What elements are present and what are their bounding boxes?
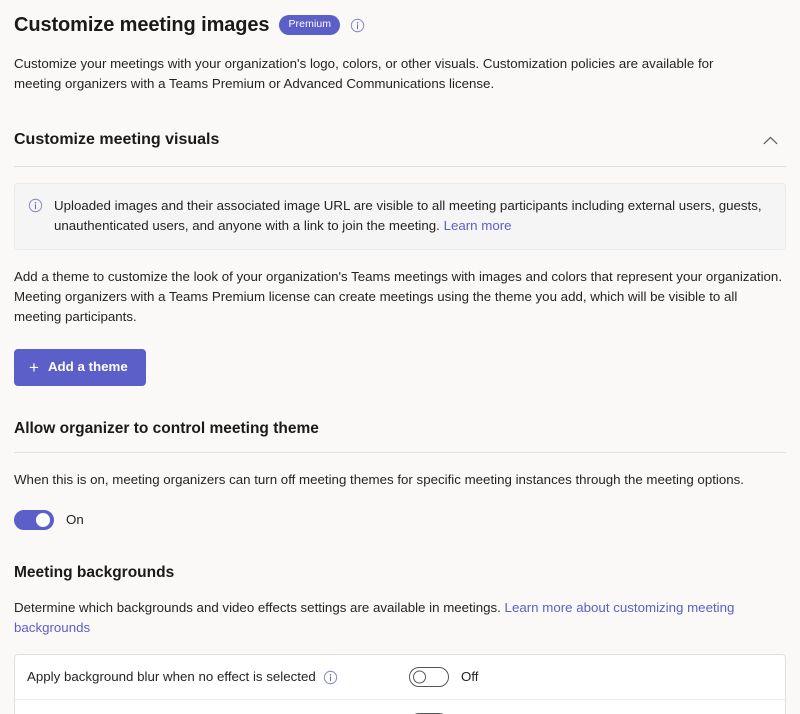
backgrounds-section-description: Determine which backgrounds and video ef… bbox=[14, 598, 742, 638]
backgrounds-settings-card: Apply background blur when no effect is … bbox=[14, 654, 786, 714]
setting-control-group: Off bbox=[409, 667, 479, 687]
toggle-knob bbox=[36, 513, 50, 527]
info-message-bar: Uploaded images and their associated ima… bbox=[14, 183, 786, 250]
background-blur-toggle[interactable] bbox=[409, 667, 449, 687]
visuals-section-header: Customize meeting visuals bbox=[14, 126, 786, 154]
section-divider bbox=[14, 166, 786, 167]
organizer-theme-toggle-label: On bbox=[66, 511, 84, 529]
page-description: Customize your meetings with your organi… bbox=[14, 54, 720, 94]
section-divider bbox=[14, 452, 786, 453]
chevron-up-icon bbox=[763, 136, 778, 145]
setting-label-group: Apply background blur when no effect is … bbox=[27, 668, 409, 686]
organizer-theme-toggle[interactable] bbox=[14, 510, 54, 530]
settings-page: Customize meeting images Premium Customi… bbox=[0, 0, 800, 714]
backgrounds-section-title: Meeting backgrounds bbox=[14, 562, 786, 584]
info-message-body: Uploaded images and their associated ima… bbox=[54, 198, 762, 233]
organizer-section-title: Allow organizer to control meeting theme bbox=[14, 418, 786, 440]
organizer-section-description: When this is on, meeting organizers can … bbox=[14, 470, 786, 490]
visuals-section-title: Customize meeting visuals bbox=[14, 129, 219, 151]
setting-row-background-blur: Apply background blur when no effect is … bbox=[15, 655, 785, 700]
visuals-section-description: Add a theme to customize the look of you… bbox=[14, 267, 786, 327]
add-a-theme-button-label: Add a theme bbox=[48, 359, 128, 375]
setting-row-org-background-images: Use background images from my organizati… bbox=[15, 700, 785, 714]
setting-label: Apply background blur when no effect is … bbox=[27, 668, 316, 686]
premium-badge: Premium bbox=[279, 15, 340, 35]
toggle-knob bbox=[413, 671, 426, 684]
page-title: Customize meeting images bbox=[14, 12, 269, 38]
backgrounds-description-text: Determine which backgrounds and video ef… bbox=[14, 600, 505, 615]
page-header: Customize meeting images Premium bbox=[14, 0, 786, 40]
collapse-section-button[interactable] bbox=[756, 126, 784, 154]
info-circle-icon[interactable] bbox=[323, 670, 338, 685]
organizer-theme-toggle-row: On bbox=[14, 510, 786, 530]
info-message-text: Uploaded images and their associated ima… bbox=[54, 196, 771, 236]
info-circle-icon bbox=[28, 196, 43, 211]
background-blur-toggle-label: Off bbox=[461, 668, 479, 686]
info-circle-icon[interactable] bbox=[350, 18, 365, 33]
plus-icon: + bbox=[29, 361, 39, 374]
learn-more-link[interactable]: Learn more bbox=[444, 218, 512, 233]
add-a-theme-button[interactable]: + Add a theme bbox=[14, 349, 146, 386]
